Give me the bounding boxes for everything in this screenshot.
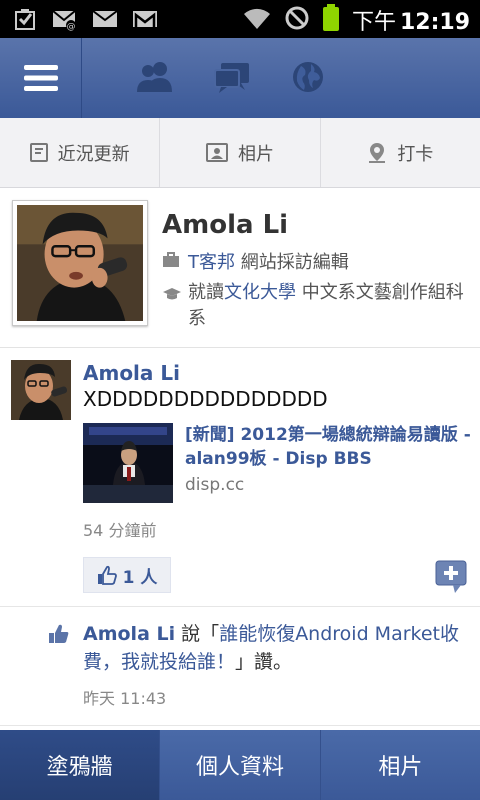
photo-icon xyxy=(205,142,228,162)
thumbs-up-icon xyxy=(46,622,70,646)
time-prefix: 下午 xyxy=(351,10,396,35)
check-in-label: 打卡 xyxy=(397,143,434,165)
friends-icon[interactable] xyxy=(135,60,172,94)
bottom-tab-bar: 塗鴉牆 個人資料 相片 xyxy=(0,730,480,800)
battery-icon xyxy=(322,4,340,36)
menu-button[interactable] xyxy=(0,38,82,118)
post-text: XDDDDDDDDDDDDDDD xyxy=(83,387,328,411)
photo-label: 相片 xyxy=(237,143,274,165)
school-link[interactable]: 文化大學 xyxy=(224,282,296,303)
top-nav-bar xyxy=(0,38,480,118)
thumbs-up-icon xyxy=(97,565,117,585)
work-role: 網站採訪編輯 xyxy=(240,252,349,273)
wall-post: Amola Li XDDDDDDDDDDDDDDD [新聞] 2012第一場總統… xyxy=(0,349,480,607)
check-in-button[interactable]: 打卡 xyxy=(321,118,480,187)
activity-suffix: 」讚。 xyxy=(235,651,293,673)
post-author-avatar[interactable] xyxy=(11,360,71,420)
messages-icon[interactable] xyxy=(213,60,249,94)
graduation-cap-icon xyxy=(162,280,182,332)
status-update-button[interactable]: 近況更新 xyxy=(0,118,161,187)
education-prefix: 就讀 xyxy=(188,282,224,303)
status-update-icon xyxy=(29,142,48,162)
gmail-icon xyxy=(132,6,158,32)
do-not-disturb-icon xyxy=(284,5,310,35)
link-domain: disp.cc xyxy=(185,475,245,495)
link-title[interactable]: [新聞] 2012第一場總統辯論易讀版 - alan99板 - Disp BBS xyxy=(185,423,475,471)
status-bar: @ 下午 12:19 xyxy=(0,0,480,38)
link-preview[interactable]: [新聞] 2012第一場總統辯論易讀版 - alan99板 - Disp BBS… xyxy=(83,423,473,505)
link-thumbnail[interactable] xyxy=(83,423,173,503)
profile-name: Amola Li xyxy=(162,210,289,240)
notifications-globe-icon[interactable] xyxy=(291,60,325,94)
education-info: 就讀文化大學 中文系文藝創作組科系 xyxy=(162,280,472,332)
photo-button[interactable]: 相片 xyxy=(160,118,321,187)
activity-text: Amola Li 說「誰能恢復Android Market收費，我就投給誰！」讚… xyxy=(83,620,473,676)
post-author-name[interactable]: Amola Li xyxy=(83,361,180,385)
add-comment-button[interactable] xyxy=(435,560,467,594)
mail-icon xyxy=(92,6,118,32)
time-value: 12:19 xyxy=(399,10,470,35)
check-in-icon xyxy=(369,142,386,163)
work-info: T客邦 網站採訪編輯 xyxy=(162,248,349,274)
svg-text:@: @ xyxy=(67,22,76,31)
like-count: 1 人 xyxy=(122,567,158,588)
like-activity: Amola Li 說「誰能恢復Android Market收費，我就投給誰！」讚… xyxy=(0,608,480,726)
publisher-action-bar: 近況更新 相片 打卡 xyxy=(0,118,480,188)
profile-header: Amola Li T客邦 網站採訪編輯 就讀文化大學 中文系文藝創作組科系 xyxy=(0,188,480,348)
clock: 下午 12:19 xyxy=(352,4,470,36)
menu-icon xyxy=(23,65,58,91)
download-complete-icon xyxy=(12,6,38,32)
email-notification-icon: @ xyxy=(52,6,78,32)
tab-photos[interactable]: 相片 xyxy=(321,730,480,800)
add-comment-icon xyxy=(435,560,467,593)
activity-said: 說「 xyxy=(181,623,220,645)
activity-timestamp: 昨天 11:43 xyxy=(83,689,167,708)
briefcase-icon xyxy=(162,248,182,274)
wifi-icon xyxy=(242,5,272,35)
tab-wall[interactable]: 塗鴉牆 xyxy=(0,730,161,800)
tab-info[interactable]: 個人資料 xyxy=(160,730,321,800)
work-company-link[interactable]: T客邦 xyxy=(188,252,235,273)
like-count-button[interactable]: 1 人 xyxy=(83,557,171,593)
profile-picture[interactable] xyxy=(12,200,148,326)
activity-author-link[interactable]: Amola Li xyxy=(83,623,175,645)
post-timestamp: 54 分鐘前 xyxy=(83,521,157,540)
status-update-label: 近況更新 xyxy=(57,143,130,165)
